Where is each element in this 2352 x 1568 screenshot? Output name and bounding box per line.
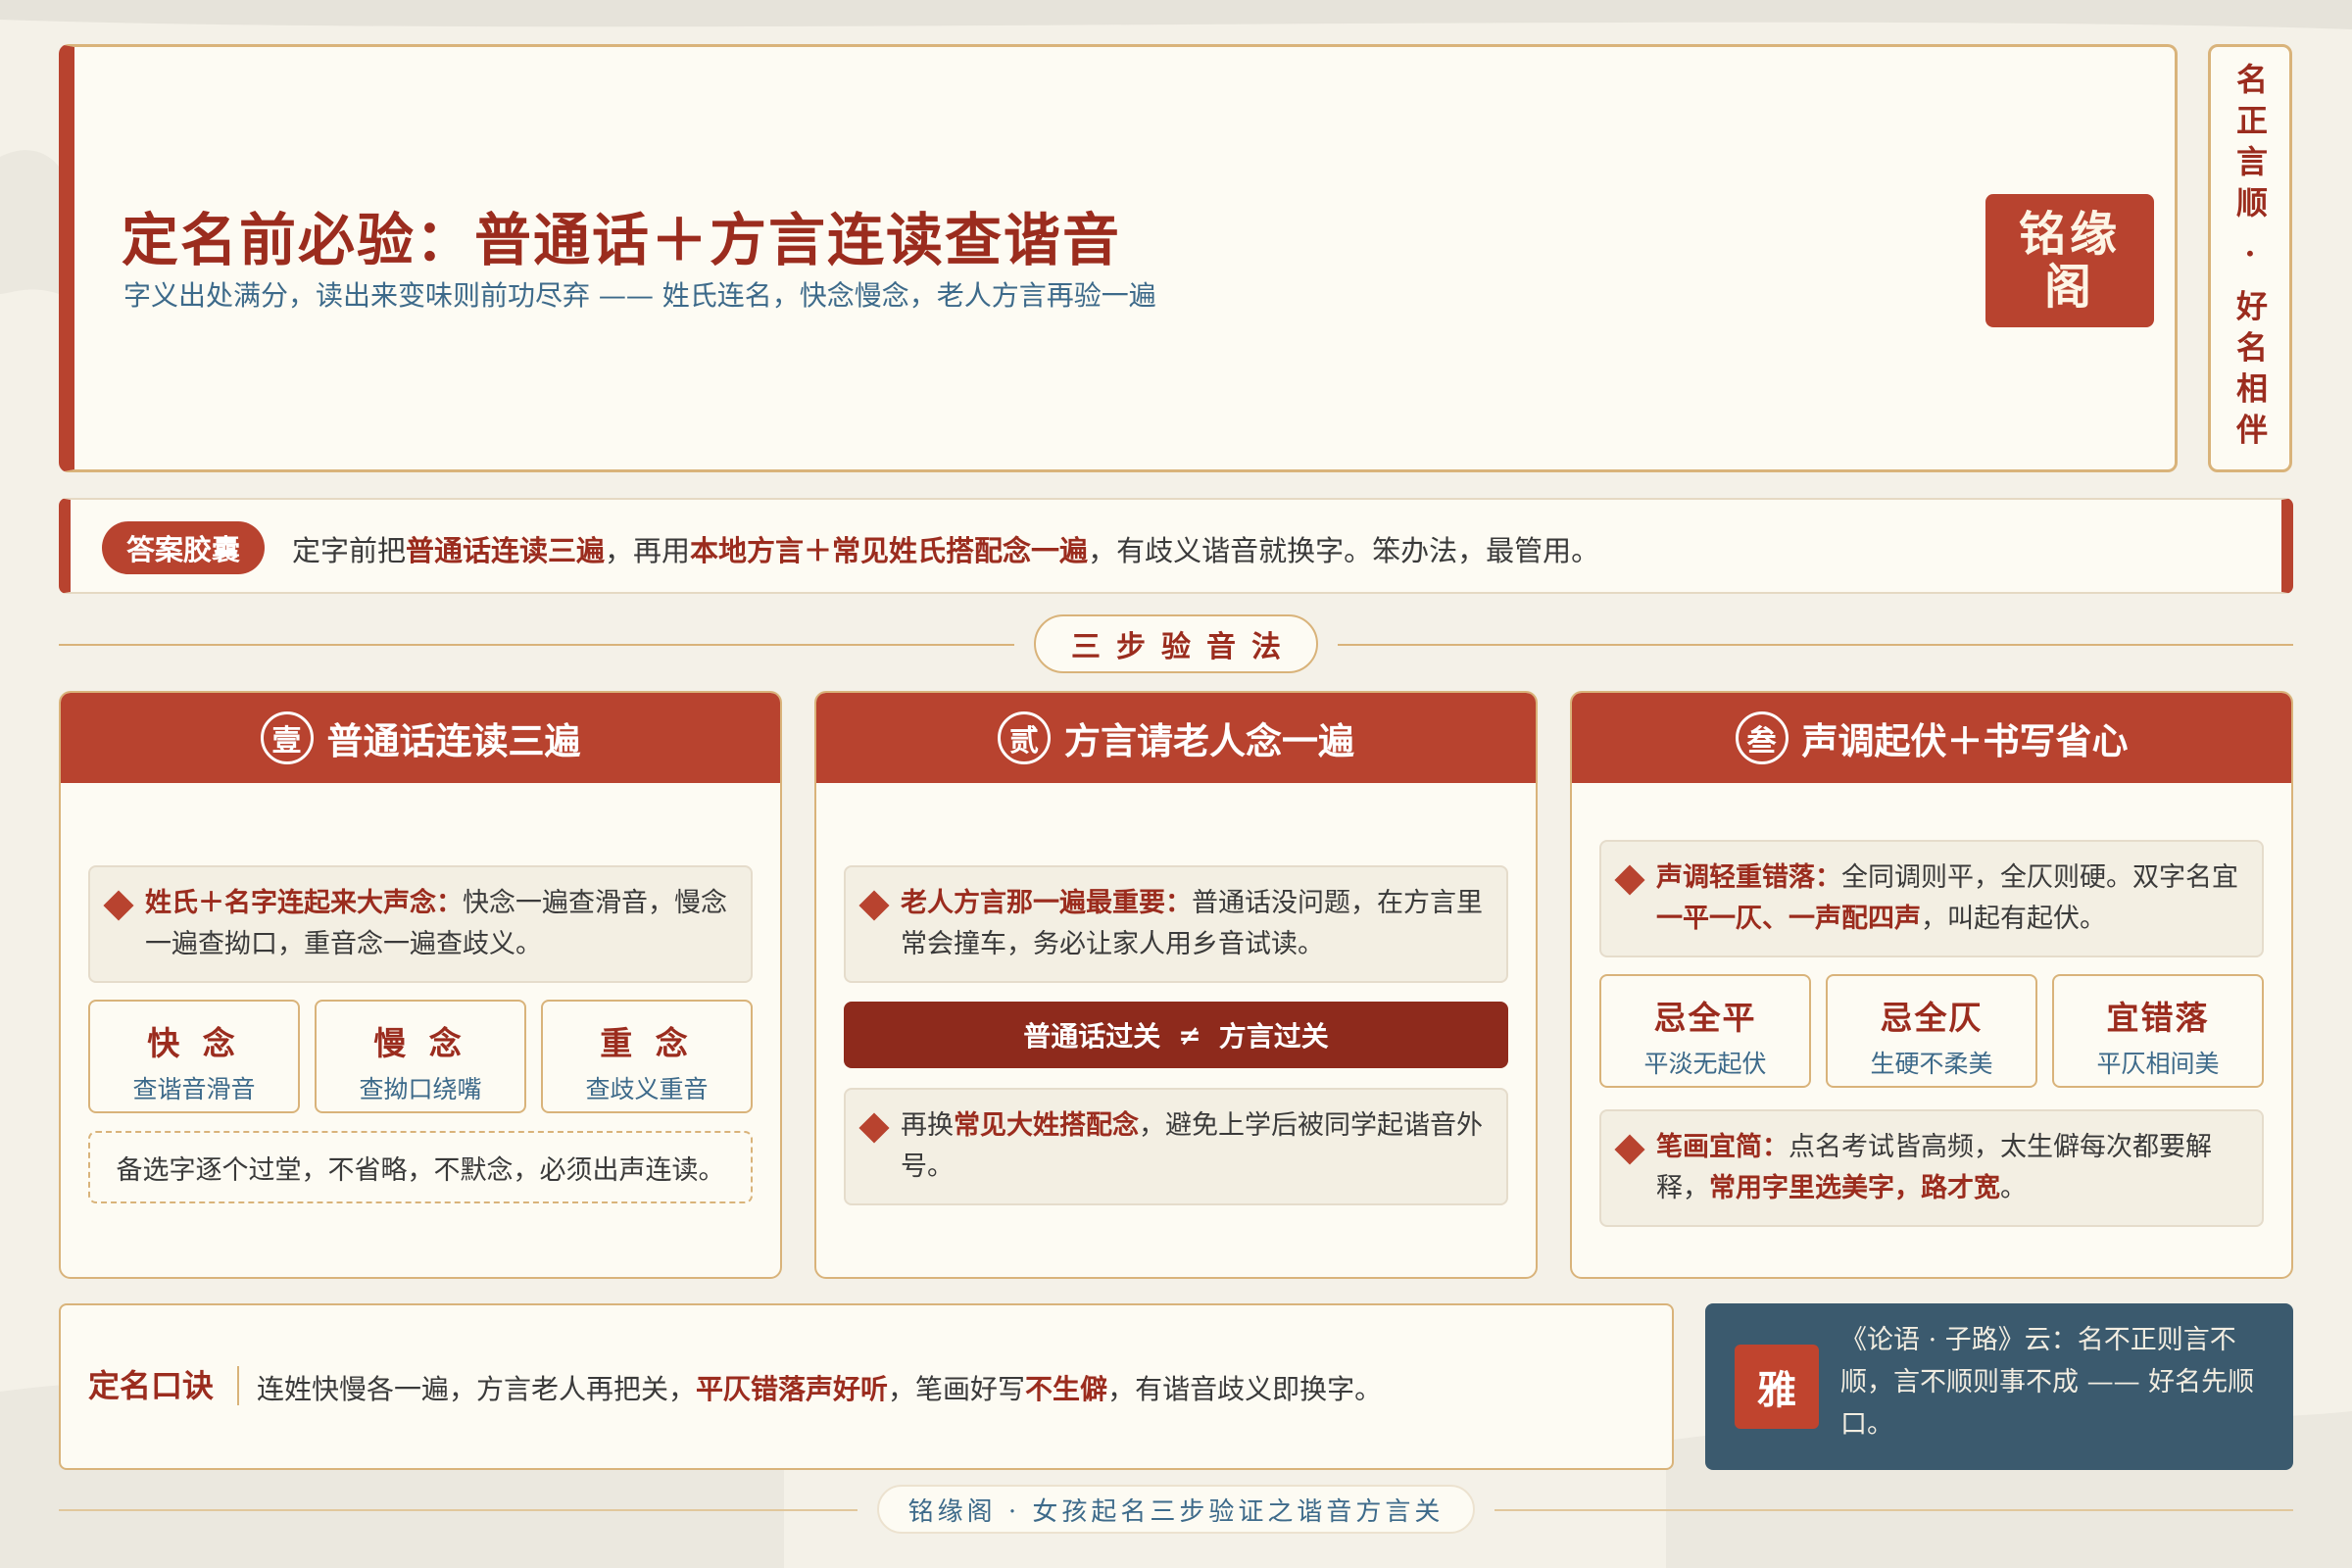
quote-seal: 雅	[1735, 1345, 1819, 1429]
dashed-note: 备选字逐个过堂，不省略，不默念，必须出声连读。	[88, 1131, 753, 1203]
tip-bold: 姓氏＋名字连起来大声念：	[145, 888, 463, 918]
comparison-bar: 普通话过关 ≠ 方言过关	[844, 1002, 1508, 1068]
step-title: 普通话连读三遍	[326, 719, 581, 762]
answer-tag: 答案胶囊	[102, 521, 265, 574]
formula-part: 连姓快慢各一遍，方言老人再把关，	[257, 1373, 697, 1405]
step-card-3: 叁 声调起伏＋书写省心 声调轻重错落：全同调则平，全仄则硬。双字名宜一平一仄、一…	[1570, 691, 2293, 1279]
brand-seal: 铭缘阁	[1985, 194, 2154, 327]
diamond-icon	[103, 890, 134, 921]
mini-card-mixed: 宜错落 平仄相间美	[2052, 974, 2264, 1088]
tip-text: ，叫起有起伏。	[1921, 904, 2106, 934]
tip-bold: 声调轻重错落：	[1656, 862, 1841, 893]
page-title: 定名前必验：普通话＋方言连读查谐音	[122, 207, 1122, 273]
answer-text: 定字前把普通话连读三遍，再用本地方言＋常见姓氏搭配念一遍，有歧义谐音就换字。笨办…	[292, 528, 1599, 569]
diamond-icon	[858, 890, 890, 921]
mini-sub: 查歧义重音	[585, 1075, 709, 1103]
step-card-header: 叁 声调起伏＋书写省心	[1572, 693, 2291, 783]
formula-part: ，笔画好写	[888, 1373, 1026, 1405]
step-title: 方言请老人念一遍	[1064, 719, 1354, 762]
tip-text: 。	[2000, 1173, 2027, 1203]
footer-line-left	[59, 1509, 858, 1511]
tip-bold: 一平一仄、一声配四声	[1656, 904, 1921, 934]
tip-box: 姓氏＋名字连起来大声念：快念一遍查滑音，慢念一遍查拗口，重音念一遍查歧义。	[88, 865, 753, 983]
tip-box: 再换常见大姓搭配念，避免上学后被同学起谐音外号。	[844, 1088, 1508, 1205]
divider-line-right	[1338, 644, 2293, 646]
answer-text-part: 定字前把	[292, 534, 407, 567]
page-subtitle: 字义出处满分，读出来变味则前功尽弃 —— 姓氏连名，快念慢念，老人方言再验一遍	[123, 279, 1156, 312]
mini-title: 忌全平	[1653, 999, 1757, 1037]
step-number: 壹	[260, 711, 314, 764]
mini-card-no-all-level: 忌全平 平淡无起伏	[1599, 974, 1811, 1088]
mini-card-fast: 快 念 查谐音滑音	[88, 1000, 300, 1113]
mini-title: 重 念	[600, 1024, 694, 1062]
tip-box: 老人方言那一遍最重要：普通话没问题，在方言里常会撞车，务必让家人用乡音试读。	[844, 865, 1508, 983]
mini-sub: 生硬不柔美	[1870, 1050, 1993, 1078]
step-number: 贰	[998, 711, 1051, 764]
step-card-1: 壹 普通话连读三遍 姓氏＋名字连起来大声念：快念一遍查滑音，慢念一遍查拗口，重音…	[59, 691, 782, 1279]
answer-capsule: 答案胶囊 定字前把普通话连读三遍，再用本地方言＋常见姓氏搭配念一遍，有歧义谐音就…	[59, 498, 2293, 594]
formula-highlight: 不生僻	[1025, 1373, 1108, 1405]
answer-text-part: ，有歧义谐音就换字。笨办法，最管用。	[1088, 534, 1600, 567]
quote-text: 《论语 · 子路》云：名不正则言不顺，言不顺则事不成 —— 好名先顺口。	[1840, 1325, 2255, 1440]
diamond-icon	[1614, 1134, 1645, 1165]
formula-label: 定名口诀	[88, 1366, 240, 1405]
formula-text: 连姓快慢各一遍，方言老人再把关，平仄错落声好听，笔画好写不生僻，有谐音歧义即换字…	[257, 1368, 1382, 1407]
tip-bold: 常用字里选美字，路才宽	[1709, 1173, 2000, 1203]
step-title: 声调起伏＋书写省心	[1801, 719, 2129, 762]
vertical-banner-text: 名正言顺 · 好名相伴	[2231, 62, 2269, 455]
comparison-right: 方言过关	[1218, 1020, 1329, 1053]
mini-title: 快 念	[147, 1024, 241, 1062]
tip-bold: 老人方言那一遍最重要：	[901, 888, 1192, 918]
formula-highlight: 平仄错落声好听	[696, 1373, 889, 1405]
formula-panel: 定名口诀 连姓快慢各一遍，方言老人再把关，平仄错落声好听，笔画好写不生僻，有谐音…	[59, 1303, 1674, 1470]
section-title: 三步验音法	[1034, 614, 1318, 673]
vertical-banner: 名正言顺 · 好名相伴	[2208, 44, 2292, 472]
step-number: 叁	[1735, 711, 1788, 764]
mini-sub: 平淡无起伏	[1643, 1050, 1767, 1078]
tip-text: 再换	[901, 1110, 954, 1141]
divider-line-left	[59, 644, 1014, 646]
step-card-header: 贰 方言请老人念一遍	[816, 693, 1536, 783]
answer-highlight: 本地方言＋常见姓氏搭配念一遍	[690, 534, 1089, 567]
header-panel: 定名前必验：普通话＋方言连读查谐音 字义出处满分，读出来变味则前功尽弃 —— 姓…	[59, 44, 2178, 472]
mini-card-no-all-oblique: 忌全仄 生硬不柔美	[1826, 974, 2037, 1088]
mini-title: 忌全仄	[1880, 999, 1984, 1037]
footer-caption: 铭缘阁 · 女孩起名三步验证之谐音方言关	[877, 1485, 1475, 1534]
footer-line-right	[1494, 1509, 2293, 1511]
diamond-icon	[858, 1112, 890, 1144]
comparison-left: 普通话过关	[1023, 1020, 1161, 1053]
quote-panel: 雅 《论语 · 子路》云：名不正则言不顺，言不顺则事不成 —— 好名先顺口。	[1705, 1303, 2293, 1470]
tip-box: 笔画宜简：点名考试皆高频，太生僻每次都要解释，常用字里选美字，路才宽。	[1599, 1109, 2264, 1227]
diamond-icon	[1614, 864, 1645, 896]
step-card-2: 贰 方言请老人念一遍 老人方言那一遍最重要：普通话没问题，在方言里常会撞车，务必…	[814, 691, 1538, 1279]
mini-card-slow: 慢 念 查拗口绕嘴	[315, 1000, 526, 1113]
not-equal-icon: ≠	[1178, 1018, 1201, 1052]
mini-title: 慢 念	[373, 1024, 467, 1062]
step-card-header: 壹 普通话连读三遍	[61, 693, 780, 783]
answer-text-part: ，再用	[605, 534, 691, 567]
tip-text: 全同调则平，全仄则硬。双字名宜	[1841, 862, 2238, 893]
mini-sub: 查拗口绕嘴	[359, 1075, 482, 1103]
tip-bold: 常见大姓搭配念	[954, 1110, 1139, 1141]
formula-part: ，有谐音歧义即换字。	[1107, 1373, 1383, 1405]
mini-sub: 查谐音滑音	[132, 1075, 256, 1103]
tip-bold: 笔画宜简：	[1656, 1132, 1788, 1162]
mini-card-stress: 重 念 查歧义重音	[541, 1000, 753, 1113]
mini-sub: 平仄相间美	[2096, 1050, 2220, 1078]
answer-highlight: 普通话连读三遍	[406, 534, 606, 567]
tip-box: 声调轻重错落：全同调则平，全仄则硬。双字名宜一平一仄、一声配四声，叫起有起伏。	[1599, 840, 2264, 957]
mini-title: 宜错落	[2106, 999, 2210, 1037]
